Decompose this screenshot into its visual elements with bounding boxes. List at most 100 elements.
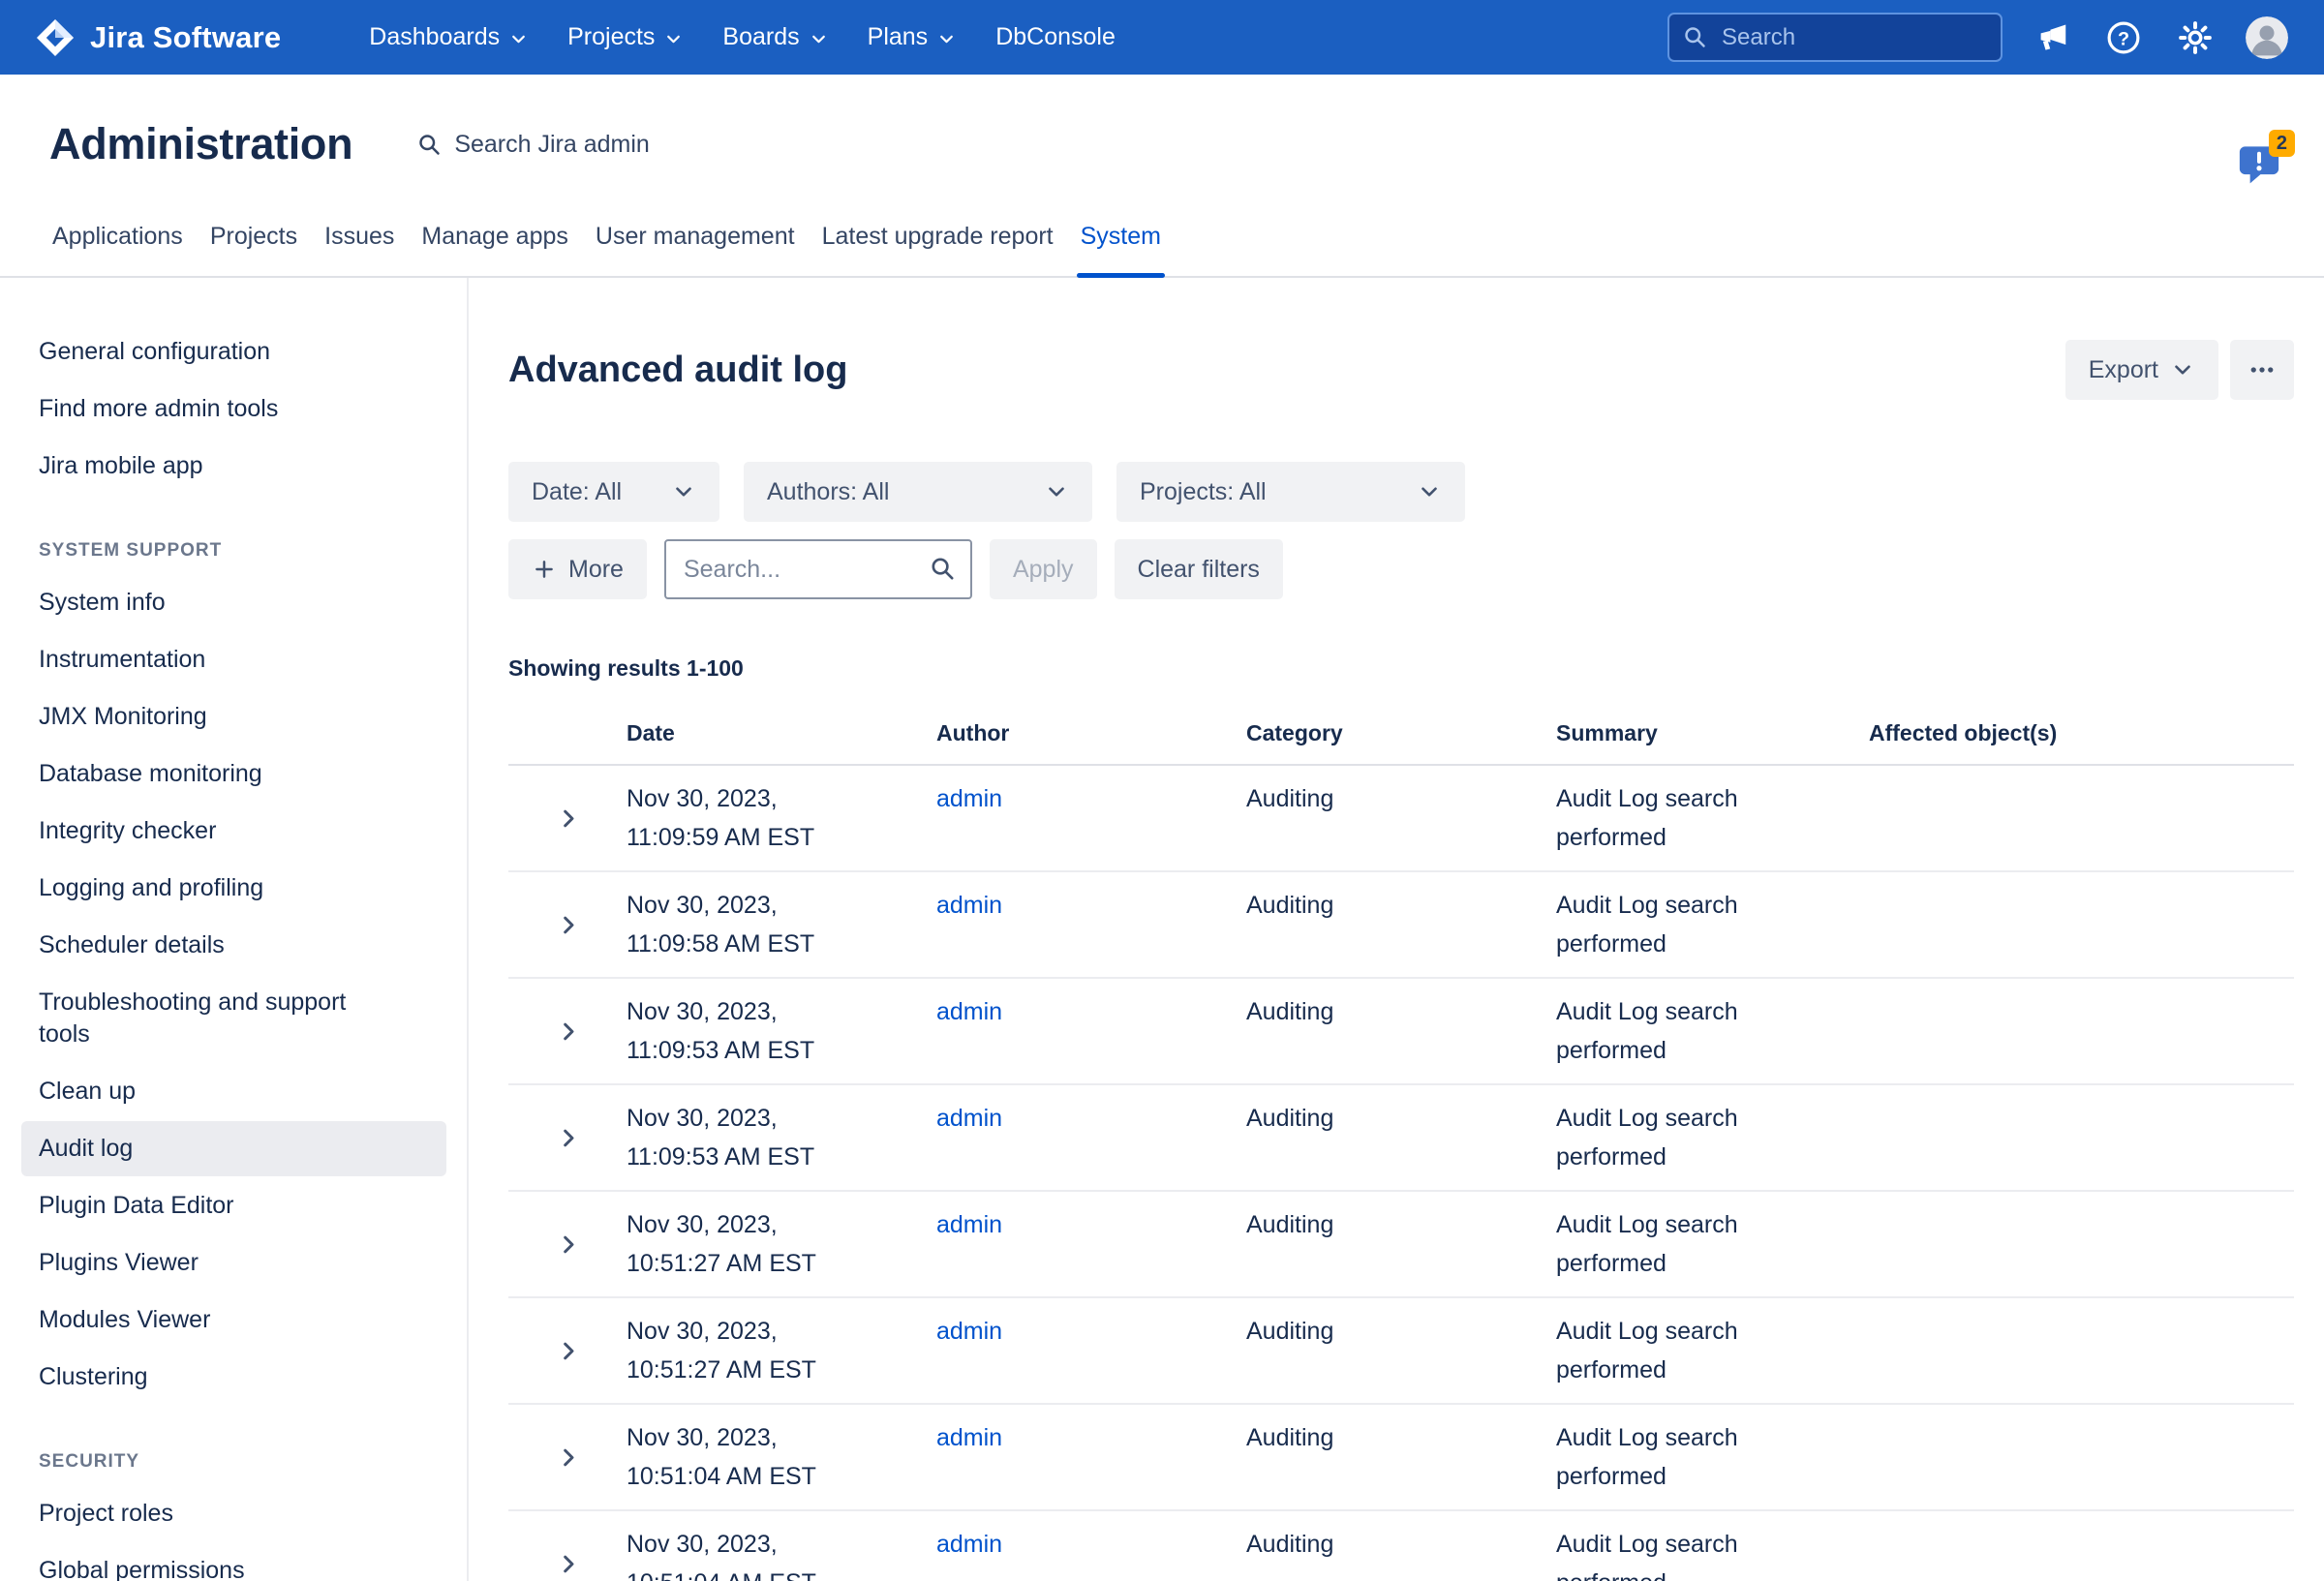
search-icon <box>416 132 443 158</box>
projects-filter-label: Projects: All <box>1140 478 1267 506</box>
admin-tab[interactable]: Issues <box>311 222 408 276</box>
cell-summary: Audit Log search performed <box>1556 1418 1798 1496</box>
date-line: Nov 30, 2023, <box>627 992 936 1031</box>
date-line: Nov 30, 2023, <box>627 1525 936 1564</box>
expand-row-button[interactable] <box>547 1224 589 1265</box>
filter-row-secondary: More Apply Clear filters <box>508 539 2294 599</box>
expand-row-button[interactable] <box>547 904 589 946</box>
expand-row-button[interactable] <box>547 1117 589 1159</box>
sidebar-item[interactable]: Plugins Viewer <box>21 1235 446 1291</box>
cell-author: admin <box>936 1418 1246 1457</box>
clear-filters-button[interactable]: Clear filters <box>1115 539 1283 599</box>
brand-name: Jira Software <box>90 20 281 55</box>
jira-brand[interactable]: Jira Software <box>35 17 281 58</box>
sidebar-item[interactable]: Global permissions <box>21 1543 446 1581</box>
sidebar-item[interactable]: Database monitoring <box>21 746 446 802</box>
navbar-menu-item[interactable]: Boards <box>708 14 842 61</box>
search-icon[interactable] <box>929 555 957 583</box>
navbar-menu-item[interactable]: Dashboards <box>354 14 543 61</box>
audit-search-field <box>664 539 972 599</box>
author-link[interactable]: admin <box>936 998 1002 1025</box>
chevron-right-icon <box>555 1338 581 1364</box>
announcements-button[interactable] <box>2030 15 2074 60</box>
admin-search[interactable]: Search Jira admin <box>416 131 649 159</box>
time-line: 11:09:53 AM EST <box>627 1031 936 1070</box>
admin-tab[interactable]: Applications <box>39 222 197 276</box>
admin-tab[interactable]: Latest upgrade report <box>809 222 1067 276</box>
help-button[interactable]: ? <box>2101 15 2146 60</box>
sidebar-item[interactable]: Clean up <box>21 1064 446 1119</box>
more-filters-button[interactable]: More <box>508 539 647 599</box>
cell-date: Nov 30, 2023, 10:51:27 AM EST <box>627 1205 936 1283</box>
date-line: Nov 30, 2023, <box>627 1418 936 1457</box>
sidebar-item[interactable]: General configuration <box>21 324 446 380</box>
export-button[interactable]: Export <box>2065 340 2218 400</box>
page-title: Administration <box>49 117 352 171</box>
audit-search-input[interactable] <box>664 539 972 599</box>
sidebar-item[interactable]: Logging and profiling <box>21 861 446 916</box>
sidebar-item[interactable]: Plugin Data Editor <box>21 1178 446 1233</box>
sidebar-item-label: Integrity checker <box>39 817 216 844</box>
navbar-search[interactable] <box>1667 13 2003 62</box>
sidebar-item[interactable]: Clustering <box>21 1350 446 1405</box>
sidebar-item-label: Scheduler details <box>39 931 225 958</box>
expand-row-button[interactable] <box>547 1330 589 1372</box>
sidebar-item[interactable]: Jira mobile app <box>21 439 446 494</box>
author-link[interactable]: admin <box>936 1424 1002 1451</box>
cell-date: Nov 30, 2023, 10:51:27 AM EST <box>627 1312 936 1389</box>
sidebar-item[interactable]: Audit log <box>21 1121 446 1176</box>
admin-tab[interactable]: System <box>1067 222 1175 276</box>
sidebar-item[interactable]: Integrity checker <box>21 804 446 859</box>
sidebar-item[interactable]: Modules Viewer <box>21 1292 446 1348</box>
author-link[interactable]: admin <box>936 892 1002 919</box>
cell-expand <box>508 1117 627 1159</box>
apply-button[interactable]: Apply <box>990 539 1097 599</box>
sidebar-item[interactable]: Troubleshooting and support tools <box>21 975 446 1062</box>
date-filter-dropdown[interactable]: Date: All <box>508 462 719 522</box>
admin-tab[interactable]: User management <box>582 222 809 276</box>
sidebar-item-label: Plugin Data Editor <box>39 1192 234 1219</box>
sidebar-item[interactable]: Scheduler details <box>21 918 446 973</box>
admin-sidebar: General configuration Find more admin to… <box>0 278 469 1581</box>
sidebar-item-label: JMX Monitoring <box>39 703 207 730</box>
sidebar-item[interactable]: Instrumentation <box>21 632 446 687</box>
navbar-menu-item[interactable]: Plans <box>853 14 972 61</box>
user-avatar[interactable] <box>2245 15 2289 60</box>
author-link[interactable]: admin <box>936 1531 1002 1558</box>
author-link[interactable]: admin <box>936 785 1002 812</box>
author-link[interactable]: admin <box>936 1318 1002 1345</box>
date-line: Nov 30, 2023, <box>627 1312 936 1351</box>
navbar-search-input[interactable] <box>1667 13 2003 62</box>
expand-row-button[interactable] <box>547 1011 589 1052</box>
authors-filter-dropdown[interactable]: Authors: All <box>744 462 1092 522</box>
admin-tab[interactable]: Projects <box>197 222 311 276</box>
sidebar-item[interactable]: JMX Monitoring <box>21 689 446 745</box>
navbar-menu-item[interactable]: Projects <box>553 14 698 61</box>
expand-row-button[interactable] <box>547 798 589 839</box>
cell-summary: Audit Log search performed <box>1556 779 1798 857</box>
sidebar-item-label: General configuration <box>39 338 270 365</box>
expand-row-button[interactable] <box>547 1437 589 1478</box>
admin-tab[interactable]: Manage apps <box>408 222 582 276</box>
more-options-button[interactable] <box>2230 340 2294 400</box>
navbar-menu-label: Dashboards <box>369 23 500 51</box>
sidebar-section-system-support: SYSTEM SUPPORT <box>39 540 467 562</box>
author-link[interactable]: admin <box>936 1211 1002 1238</box>
sidebar-item[interactable]: Find more admin tools <box>21 381 446 437</box>
tab-label: Issues <box>324 223 394 250</box>
sidebar-item-label: Logging and profiling <box>39 874 263 901</box>
expand-row-button[interactable] <box>547 1543 589 1581</box>
cell-date: Nov 30, 2023, 11:09:53 AM EST <box>627 1099 936 1176</box>
navbar-menu-item[interactable]: DbConsole <box>981 14 1130 61</box>
main-actions: Export <box>2065 340 2294 400</box>
filter-row: Date: All Authors: All Projects: All <box>508 462 2294 522</box>
feedback-button[interactable]: 2 <box>2237 142 2283 189</box>
settings-button[interactable] <box>2173 15 2217 60</box>
sidebar-item[interactable]: System info <box>21 575 446 630</box>
author-link[interactable]: admin <box>936 1105 1002 1132</box>
sidebar-item-label: Global permissions <box>39 1557 245 1581</box>
sidebar-item[interactable]: Project roles <box>21 1486 446 1541</box>
cell-category: Auditing <box>1246 886 1556 925</box>
table-row: Nov 30, 2023, 11:09:53 AM EST admin Audi… <box>508 1085 2294 1192</box>
projects-filter-dropdown[interactable]: Projects: All <box>1116 462 1465 522</box>
